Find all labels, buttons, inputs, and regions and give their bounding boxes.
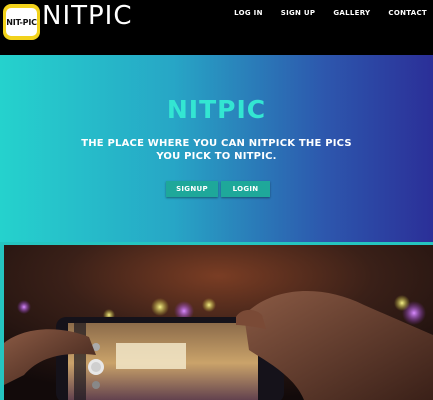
hero-subtitle: THE PLACE WHERE YOU CAN NITPICK THE PICS… [81,138,352,162]
nav-signup-link[interactable]: SIGN UP [281,9,316,17]
main-nav: LOG IN SIGN UP GALLERY CONTACT [234,9,427,17]
hero-photo [4,245,433,400]
site-logo[interactable]: NIT-PIC [3,4,40,40]
hero-photo-frame [0,242,433,400]
nav-contact-link[interactable]: CONTACT [388,9,427,17]
signup-button[interactable]: SIGNUP [166,181,218,197]
concert-phone-photo-image [4,245,433,400]
hero-title: NITPIC [166,95,267,124]
login-button[interactable]: LOGIN [221,181,270,197]
logo-text: NIT-PIC [6,17,37,27]
site-wordmark[interactable]: NITPIC [42,1,133,31]
nav-gallery-link[interactable]: GALLERY [333,9,370,17]
top-navbar: NIT-PIC NITPIC LOG IN SIGN UP GALLERY CO… [0,0,433,55]
nav-login-link[interactable]: LOG IN [234,9,263,17]
hero-section: NITPIC THE PLACE WHERE YOU CAN NITPICK T… [0,55,433,242]
